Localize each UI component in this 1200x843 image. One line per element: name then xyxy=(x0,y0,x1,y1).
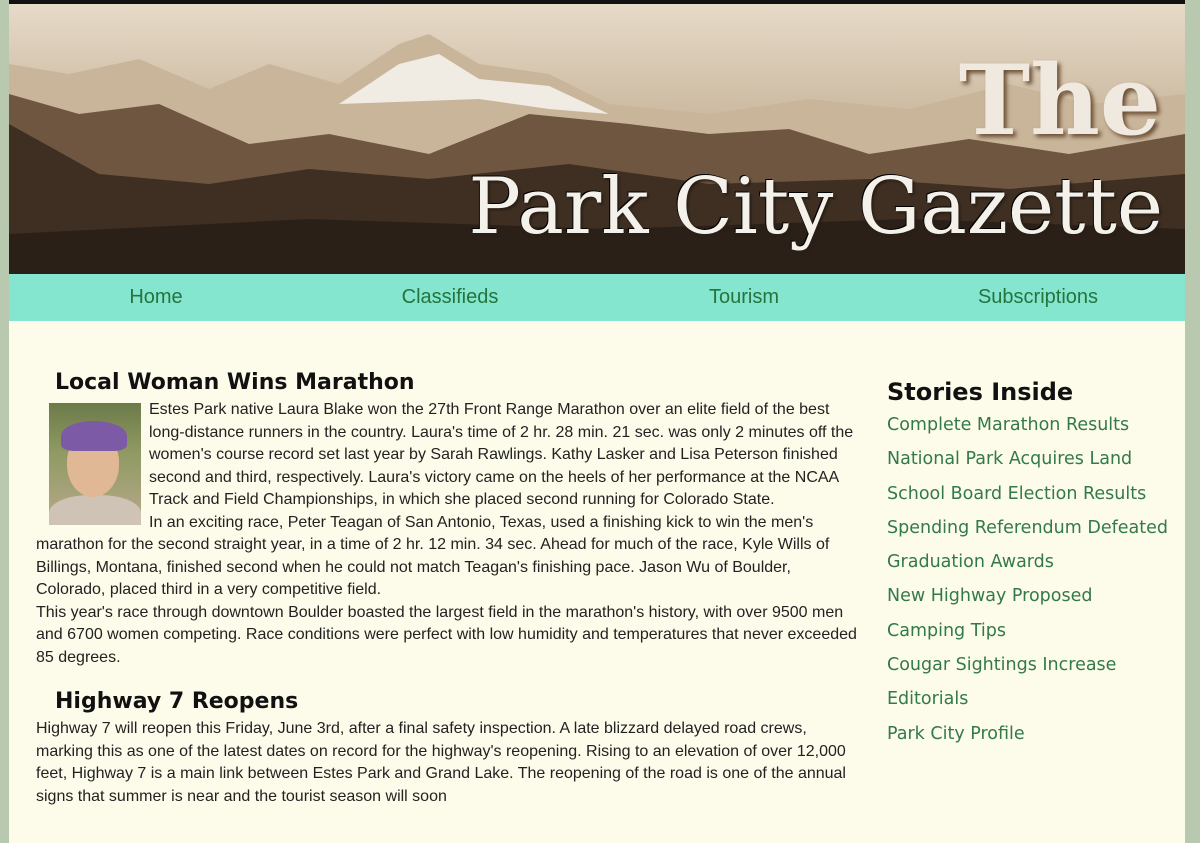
story-link[interactable]: Camping Tips xyxy=(887,621,1006,641)
story-link[interactable]: Editorials xyxy=(887,689,968,709)
article-paragraph: This year's race through downtown Boulde… xyxy=(36,603,857,666)
list-item: School Board Election Results xyxy=(887,484,1182,518)
article-title: Highway 7 Reopens xyxy=(55,689,299,714)
runner-photo xyxy=(49,403,141,525)
nav-subscriptions[interactable]: Subscriptions xyxy=(891,274,1185,321)
story-link[interactable]: Complete Marathon Results xyxy=(887,415,1129,435)
story-link[interactable]: School Board Election Results xyxy=(887,484,1146,504)
page: The Park City Gazette Home Classifieds T… xyxy=(9,0,1185,843)
list-item: Park City Profile xyxy=(887,724,1182,758)
list-item: Cougar Sightings Increase xyxy=(887,655,1182,689)
stories-list: Complete Marathon Results National Park … xyxy=(887,415,1182,758)
nav-tourism[interactable]: Tourism xyxy=(597,274,891,321)
article-marathon: Local Woman Wins Marathon Estes Park nat… xyxy=(36,370,862,669)
list-item: Spending Referendum Defeated xyxy=(887,518,1182,552)
nav-classifieds[interactable]: Classifieds xyxy=(303,274,597,321)
masthead-title: Park City Gazette xyxy=(468,162,1163,252)
main-nav: Home Classifieds Tourism Subscriptions xyxy=(9,274,1185,321)
article-paragraph: Estes Park native Laura Blake won the 27… xyxy=(149,401,854,508)
masthead-title-the: The xyxy=(958,44,1161,157)
list-item: Graduation Awards xyxy=(887,552,1182,586)
article-paragraph: Highway 7 will reopen this Friday, June … xyxy=(36,720,846,805)
list-item: National Park Acquires Land xyxy=(887,449,1182,483)
story-link[interactable]: Cougar Sightings Increase xyxy=(887,655,1116,675)
nav-home[interactable]: Home xyxy=(9,274,303,321)
article-highway: Highway 7 Reopens Highway 7 will reopen … xyxy=(36,689,862,808)
story-link[interactable]: National Park Acquires Land xyxy=(887,449,1132,469)
story-link[interactable]: Graduation Awards xyxy=(887,552,1054,572)
article-title: Local Woman Wins Marathon xyxy=(55,370,415,395)
masthead-banner: The Park City Gazette xyxy=(9,4,1185,274)
story-link[interactable]: New Highway Proposed xyxy=(887,586,1092,606)
main-content: Local Woman Wins Marathon Estes Park nat… xyxy=(36,370,862,808)
story-link[interactable]: Park City Profile xyxy=(887,724,1025,744)
sidebar-title: Stories Inside xyxy=(887,378,1074,406)
article-paragraph: In an exciting race, Peter Teagan of San… xyxy=(36,513,830,599)
list-item: Editorials xyxy=(887,689,1182,723)
list-item: Camping Tips xyxy=(887,621,1182,655)
list-item: New Highway Proposed xyxy=(887,586,1182,620)
list-item: Complete Marathon Results xyxy=(887,415,1182,449)
story-link[interactable]: Spending Referendum Defeated xyxy=(887,518,1168,538)
sidebar: Stories Inside Complete Marathon Results… xyxy=(887,378,1182,758)
